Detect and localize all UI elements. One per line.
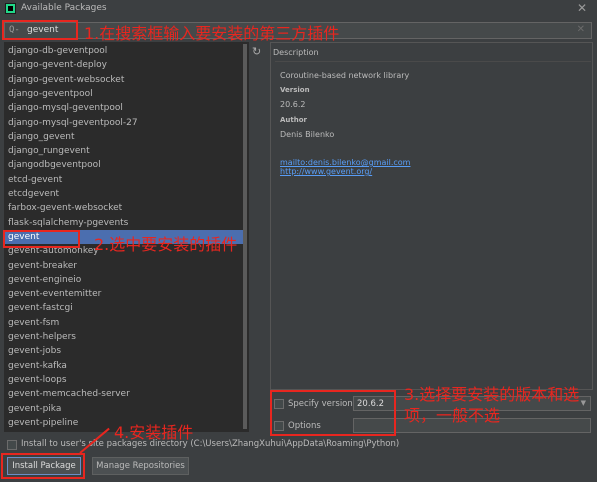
package-list-item[interactable]: gevent-loops [4,373,247,387]
package-list-item[interactable]: gevent-fastcgi [4,301,247,315]
package-list-item[interactable]: etcd-gevent [4,173,247,187]
package-list-item[interactable]: django-mysql-geventpool [4,101,247,115]
package-summary: Coroutine-based network library [280,71,410,80]
author-email-link[interactable]: mailto:denis.bilenko@gmail.com [280,158,410,167]
close-icon[interactable]: ✕ [577,1,587,15]
package-list-item[interactable]: gevent-breaker [4,259,247,273]
package-list-item[interactable]: farbox-gevent-websocket [4,201,247,215]
title-bar: Available Packages ✕ [0,0,597,18]
package-list-scrollbar[interactable] [243,44,247,429]
package-list-item[interactable]: django_gevent [4,130,247,144]
refresh-icon[interactable]: ↻ [252,46,264,58]
annotation-box-install [1,453,85,479]
package-list-item[interactable]: gevent-eventemitter [4,287,247,301]
package-list-item[interactable]: gevent-pika [4,402,247,416]
annotation-step1: 1.在搜索框输入要安装的第三方插件 [84,24,340,43]
package-list-item[interactable]: django_rungevent [4,144,247,158]
annotation-step4: 4.安装插件 [114,423,194,442]
version-heading: Version [280,86,310,94]
package-list-item[interactable]: gevent-kafka [4,359,247,373]
annotation-box-selected [3,230,80,248]
annotation-box-search [2,20,78,40]
user-site-label: Install to user's site packages director… [21,439,400,449]
package-list-item[interactable]: gevent-helpers [4,330,247,344]
description-section-label: Description [273,48,319,57]
annotation-step2: 2.选中要安装的插件 [94,235,238,254]
package-list-item[interactable]: etcdgevent [4,187,247,201]
package-list-item[interactable]: djangodbgeventpool [4,158,247,172]
package-list-item[interactable]: gevent-fsm [4,316,247,330]
homepage-link[interactable]: http://www.gevent.org/ [280,167,372,176]
package-list-item[interactable]: django-gevent-websocket [4,73,247,87]
package-list-item[interactable]: django-db-geventpool [4,44,247,58]
package-list-item[interactable]: django-gevent-deploy [4,58,247,72]
package-list-item[interactable]: flask-sqlalchemy-pgevents [4,216,247,230]
pycharm-app-icon [5,3,16,14]
package-author: Denis Bilenko [280,130,335,139]
clear-search-icon[interactable]: ✕ [577,24,585,35]
package-list-item[interactable]: gevent-jobs [4,344,247,358]
annotation-step3-line2: 项，一般不选 [404,406,501,425]
package-list-item[interactable]: gevent-memcached-server [4,387,247,401]
chevron-down-icon: ▼ [580,399,586,407]
package-list-item[interactable]: django-geventpool [4,87,247,101]
package-list-item[interactable]: django-mysql-geventpool-27 [4,116,247,130]
package-version: 20.6.2 [280,100,306,109]
annotation-box-version [270,390,396,436]
manage-repositories-button[interactable]: Manage Repositories [92,457,189,475]
user-site-checkbox[interactable] [7,440,17,450]
package-list-item[interactable]: gevent-engineio [4,273,247,287]
window-title: Available Packages [21,3,107,13]
author-heading: Author [280,116,307,124]
description-content [275,61,591,386]
